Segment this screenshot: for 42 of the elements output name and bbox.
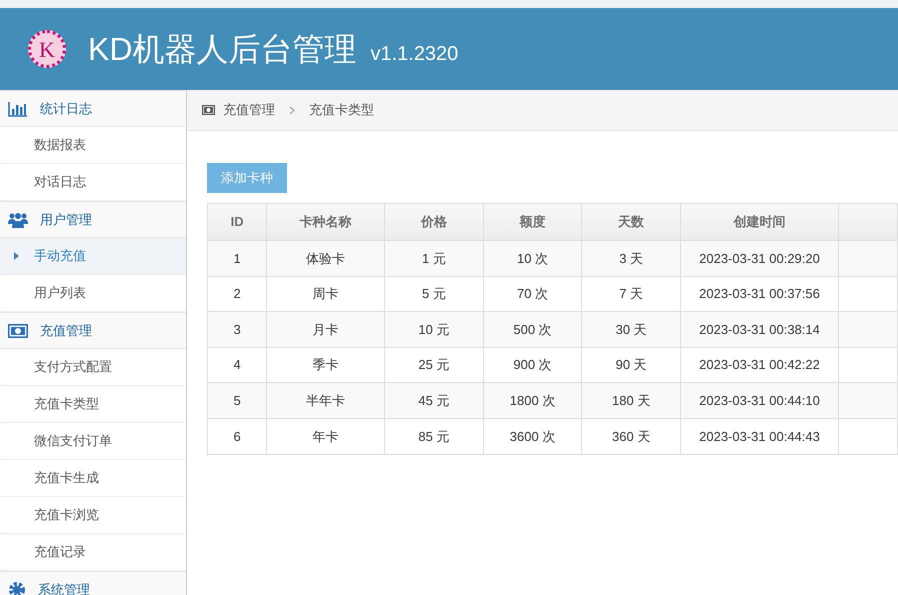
table-cell: 10 元 bbox=[384, 312, 484, 348]
column-header: ID bbox=[208, 204, 267, 240]
sidebar-group[interactable]: 充值管理 bbox=[0, 312, 186, 349]
table-cell: 月卡 bbox=[266, 312, 385, 348]
logo: K bbox=[28, 30, 66, 68]
table-cell: 10 次 bbox=[483, 240, 582, 276]
table-cell: 85 元 bbox=[384, 418, 484, 454]
table-cell: 1 元 bbox=[384, 240, 484, 276]
breadcrumb-item[interactable]: 充值管理 bbox=[223, 100, 275, 120]
caret-icon bbox=[14, 252, 19, 260]
chevron-icon bbox=[289, 106, 295, 114]
table-cell: 2023-03-31 00:38:14 bbox=[680, 312, 839, 348]
table-cell: 1 bbox=[208, 240, 267, 276]
table-cell: 半年卡 bbox=[266, 382, 385, 418]
table-cell: 3 天 bbox=[582, 240, 680, 276]
table-cell: 30 天 bbox=[582, 312, 680, 348]
banknote-icon bbox=[8, 324, 28, 338]
table-cell: 360 天 bbox=[582, 418, 680, 454]
table-cell: 45 元 bbox=[384, 382, 484, 418]
sidebar-group[interactable]: 统计日志 bbox=[0, 90, 186, 127]
table-cell: 5 bbox=[208, 382, 267, 418]
bar-chart-icon bbox=[8, 100, 28, 116]
table-cell: 年卡 bbox=[266, 418, 385, 454]
sidebar-item[interactable]: 手动充值 bbox=[0, 238, 186, 275]
table-cell: 2023-03-31 00:44:43 bbox=[680, 418, 839, 454]
sidebar-group[interactable]: 用户管理 bbox=[0, 201, 186, 238]
app-title: KD机器人后台管理 bbox=[88, 30, 356, 69]
table-cell: 2023-03-31 00:29:20 bbox=[680, 240, 839, 276]
table-cell: 2023-03-31 00:44:10 bbox=[680, 382, 839, 418]
banknote-icon bbox=[202, 105, 215, 115]
column-header: 创建时间 bbox=[680, 204, 839, 240]
table-cell: 180 天 bbox=[582, 382, 680, 418]
version-label: v1.1.2320 bbox=[370, 42, 458, 67]
table-cell: 6 bbox=[208, 418, 267, 454]
table-cell: 体验卡 bbox=[266, 240, 385, 276]
table-cell: 500 次 bbox=[483, 312, 582, 348]
table-cell: 1800 次 bbox=[483, 382, 582, 418]
table-cell: 3 bbox=[208, 312, 267, 348]
users-icon bbox=[8, 212, 28, 228]
table-cell: 3600 次 bbox=[483, 418, 582, 454]
breadcrumb-item[interactable]: 充值卡类型 bbox=[309, 100, 374, 120]
gear-icon bbox=[8, 580, 26, 595]
